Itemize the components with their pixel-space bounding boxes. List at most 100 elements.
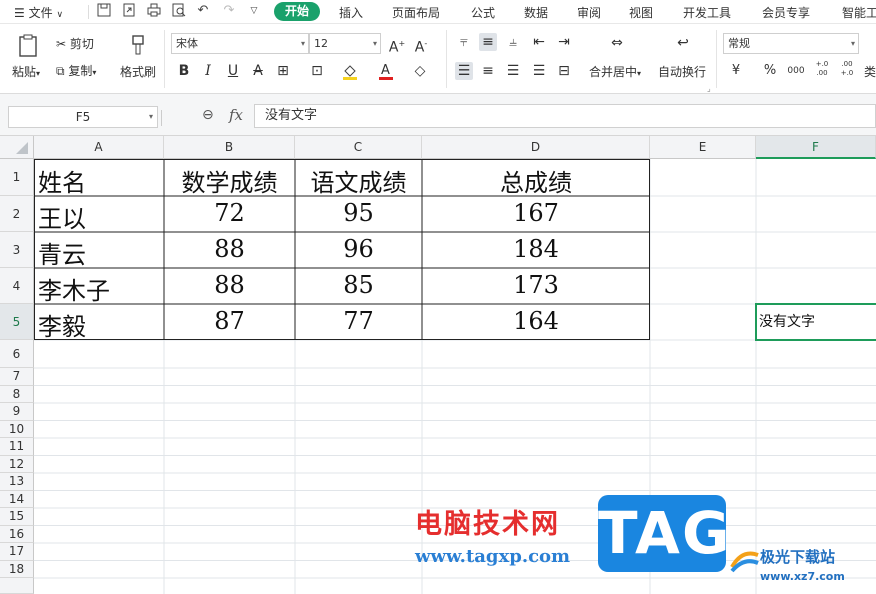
name-box[interactable]: F5 ▾ (8, 106, 158, 128)
row-header-12[interactable]: 12 (0, 455, 34, 473)
column-header-e[interactable]: E (650, 136, 756, 159)
cell-b2[interactable]: 72 (164, 199, 295, 227)
print-preview-icon[interactable] (171, 3, 187, 19)
cell-b3[interactable]: 88 (164, 235, 295, 263)
cell-c1[interactable]: 语文成绩 (295, 163, 422, 198)
zoom-search-icon[interactable]: ⊖ (202, 107, 214, 123)
cell-c2[interactable]: 95 (295, 199, 422, 227)
italic-icon[interactable]: I (199, 62, 217, 80)
paste-button[interactable]: 粘贴▾ (12, 65, 40, 81)
column-header-a[interactable]: A (34, 136, 164, 159)
export-pdf-icon[interactable] (121, 3, 137, 19)
cell-d3[interactable]: 184 (422, 235, 650, 263)
tab-insert[interactable]: 插入 (339, 4, 363, 21)
row-header-18[interactable]: 18 (0, 560, 34, 578)
menu-button[interactable]: ☰ 文件 ∨ (14, 4, 63, 21)
font-size-select[interactable]: 12 ▾ (309, 33, 381, 54)
select-all-corner[interactable] (0, 136, 34, 159)
decrease-font-icon[interactable]: A- (412, 35, 430, 56)
decrease-indent-icon[interactable]: ⇤ (530, 33, 548, 51)
tab-page-layout[interactable]: 页面布局 (392, 4, 440, 21)
fill-pattern-icon[interactable]: ⊡ (308, 62, 326, 80)
cut-button[interactable]: ✂ 剪切 (56, 37, 94, 51)
eraser-icon[interactable]: ◇ (411, 62, 429, 80)
align-right-icon[interactable]: ☰ (504, 62, 522, 80)
undo-icon[interactable]: ↶ (195, 3, 211, 19)
font-color-icon[interactable]: A (377, 62, 395, 80)
formula-input[interactable]: 没有文字 (254, 104, 876, 128)
row-header-2[interactable]: 2 (0, 196, 34, 232)
cell-b4[interactable]: 88 (164, 271, 295, 299)
column-header-c[interactable]: C (295, 136, 422, 159)
column-header-d[interactable]: D (422, 136, 650, 159)
tab-start[interactable]: 开始 (274, 2, 320, 21)
row-header-17[interactable]: 17 (0, 543, 34, 561)
tab-data[interactable]: 数据 (524, 4, 548, 21)
tab-formulas[interactable]: 公式 (471, 4, 495, 21)
cell-a4[interactable]: 李木子 (38, 271, 110, 306)
number-format-select[interactable]: 常规 ▾ (723, 33, 859, 54)
cell-d5[interactable]: 164 (422, 307, 650, 335)
border-icon[interactable]: ⊞ (274, 62, 292, 80)
tab-smart-tools[interactable]: 智能工 (842, 4, 876, 21)
cell-a3[interactable]: 青云 (38, 235, 86, 270)
function-icon[interactable]: fx (229, 106, 243, 124)
copy-button[interactable]: ⧉ 复制▾ (56, 64, 96, 80)
dialog-launcher-icon[interactable]: ⌟ (707, 84, 711, 93)
cell-a1[interactable]: 姓名 (38, 163, 86, 198)
merge-center-button[interactable]: 合并居中▾ (589, 65, 641, 81)
cell-d2[interactable]: 167 (422, 199, 650, 227)
format-painter-icon[interactable] (128, 34, 148, 58)
tab-developer[interactable]: 开发工具 (683, 4, 731, 21)
font-name-select[interactable]: 宋体 ▾ (171, 33, 309, 54)
merge-center-icon[interactable]: ⇔ (604, 34, 630, 52)
align-top-icon[interactable]: ⫧ (455, 33, 473, 51)
row-header-7[interactable]: 7 (0, 368, 34, 386)
increase-font-icon[interactable]: A+ (388, 35, 406, 56)
decrease-decimal-button[interactable]: .00 +.0 (836, 60, 858, 78)
cell-d4[interactable]: 173 (422, 271, 650, 299)
fill-color-icon[interactable] (341, 62, 359, 80)
cell-c3[interactable]: 96 (295, 235, 422, 263)
row-header-15[interactable]: 15 (0, 508, 34, 526)
align-center-icon[interactable]: ≡ (479, 62, 497, 80)
row-header-9[interactable]: 9 (0, 403, 34, 421)
redo-icon[interactable]: ↷ (221, 3, 237, 19)
row-header-13[interactable]: 13 (0, 473, 34, 491)
row-header-19[interactable] (0, 578, 34, 594)
quick-access-dropdown-icon[interactable]: ▽ (246, 3, 262, 19)
format-painter-button[interactable]: 格式刷 (120, 65, 156, 79)
align-middle-icon[interactable]: ≡ (479, 33, 497, 51)
tab-view[interactable]: 视图 (629, 4, 653, 21)
cell-a2[interactable]: 王以 (38, 199, 86, 234)
cell-f5-selected[interactable]: 没有文字 (755, 303, 876, 341)
cell-b5[interactable]: 87 (164, 307, 295, 335)
wrap-text-icon[interactable]: ↩ (672, 34, 694, 52)
align-left-icon[interactable]: ☰ (455, 62, 473, 80)
bold-icon[interactable]: B (175, 62, 193, 80)
percent-button[interactable]: % (761, 62, 779, 80)
row-header-5[interactable]: 5 (0, 304, 34, 340)
increase-decimal-button[interactable]: +.0 .00 (811, 60, 833, 78)
underline-icon[interactable]: U (224, 62, 242, 80)
currency-button[interactable]: ¥ (727, 62, 745, 80)
thousands-button[interactable]: 000 (785, 62, 807, 80)
cell-a5[interactable]: 李毅 (38, 307, 86, 342)
strikethrough-icon[interactable]: A (249, 62, 267, 80)
row-header-6[interactable]: 6 (0, 340, 34, 368)
paste-icon[interactable] (17, 34, 41, 58)
cell-c5[interactable]: 77 (295, 307, 422, 335)
save-icon[interactable] (96, 3, 112, 19)
justify-icon[interactable]: ☰ (530, 62, 548, 80)
column-header-f[interactable]: F (756, 136, 876, 159)
row-header-1[interactable]: 1 (0, 159, 34, 196)
cell-c4[interactable]: 85 (295, 271, 422, 299)
align-bottom-icon[interactable]: ⫨ (504, 33, 522, 51)
row-header-3[interactable]: 3 (0, 232, 34, 268)
column-header-b[interactable]: B (164, 136, 295, 159)
cell-b1[interactable]: 数学成绩 (164, 163, 295, 198)
print-icon[interactable] (146, 3, 162, 19)
row-header-10[interactable]: 10 (0, 420, 34, 438)
row-header-11[interactable]: 11 (0, 438, 34, 456)
row-header-16[interactable]: 16 (0, 525, 34, 543)
